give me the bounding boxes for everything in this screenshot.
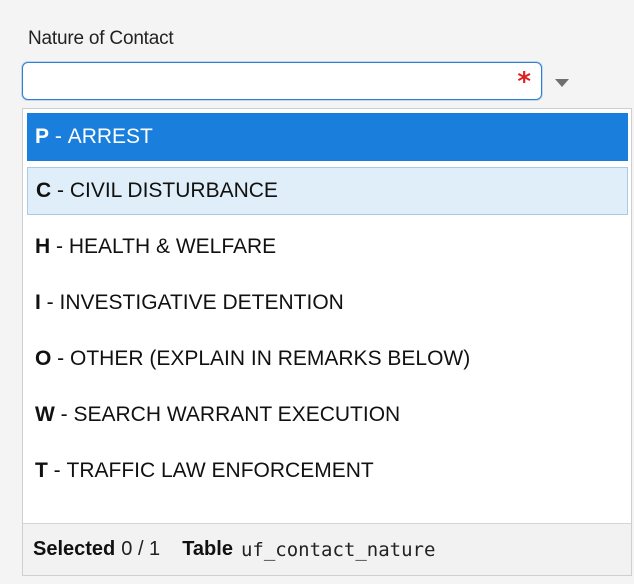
option-w[interactable]: W - SEARCH WARRANT EXECUTION	[27, 391, 628, 439]
option-separator: -	[40, 291, 60, 314]
option-code: H	[35, 235, 51, 258]
option-code: W	[35, 403, 55, 426]
option-text: SEARCH WARRANT EXECUTION	[73, 403, 401, 426]
listbox-footer: Selected 0 / 1 Table uf_contact_nature	[23, 523, 631, 575]
option-separator: -	[50, 235, 69, 258]
option-i[interactable]: I - INVESTIGATIVE DETENTION	[27, 279, 628, 327]
option-h[interactable]: H - HEALTH & WELFARE	[27, 223, 628, 271]
dropdown-toggle-button[interactable]	[548, 62, 576, 100]
chevron-down-icon	[555, 79, 569, 87]
option-text: HEALTH & WELFARE	[68, 235, 277, 258]
selected-label: Selected	[33, 538, 116, 560]
option-separator: -	[54, 403, 74, 426]
option-separator: -	[47, 459, 67, 482]
selected-count: 0 / 1	[121, 538, 161, 560]
option-c[interactable]: C - CIVIL DISTURBANCE	[27, 167, 628, 215]
nature-of-contact-combobox[interactable]: *	[22, 62, 542, 100]
option-code: O	[35, 347, 52, 370]
option-text: ARREST	[67, 125, 153, 148]
table-name: uf_contact_nature	[240, 538, 436, 561]
options-listbox[interactable]: P - ARREST C - CIVIL DISTURBANCE H - HEA…	[22, 108, 632, 576]
option-code: T	[35, 459, 48, 482]
option-separator: -	[51, 179, 70, 202]
option-text: TRAFFIC LAW ENFORCEMENT	[66, 459, 374, 482]
option-code: P	[35, 125, 50, 148]
option-o[interactable]: O - OTHER (EXPLAIN IN REMARKS BELOW)	[27, 335, 628, 383]
nature-of-contact-panel: Nature of Contact * P - ARREST C - CIVIL…	[0, 0, 634, 584]
option-separator: -	[51, 347, 71, 370]
option-text: OTHER (EXPLAIN IN REMARKS BELOW)	[70, 347, 471, 370]
required-asterisk-icon: *	[517, 67, 531, 97]
option-t[interactable]: T - TRAFFIC LAW ENFORCEMENT	[27, 447, 628, 495]
option-text: INVESTIGATIVE DETENTION	[59, 291, 344, 314]
field-label: Nature of Contact	[28, 28, 174, 49]
nature-of-contact-input[interactable]	[29, 67, 503, 97]
option-code: C	[36, 179, 52, 202]
table-label: Table	[182, 538, 233, 560]
option-text: CIVIL DISTURBANCE	[69, 179, 278, 202]
option-separator: -	[49, 125, 68, 148]
option-p[interactable]: P - ARREST	[27, 113, 628, 161]
